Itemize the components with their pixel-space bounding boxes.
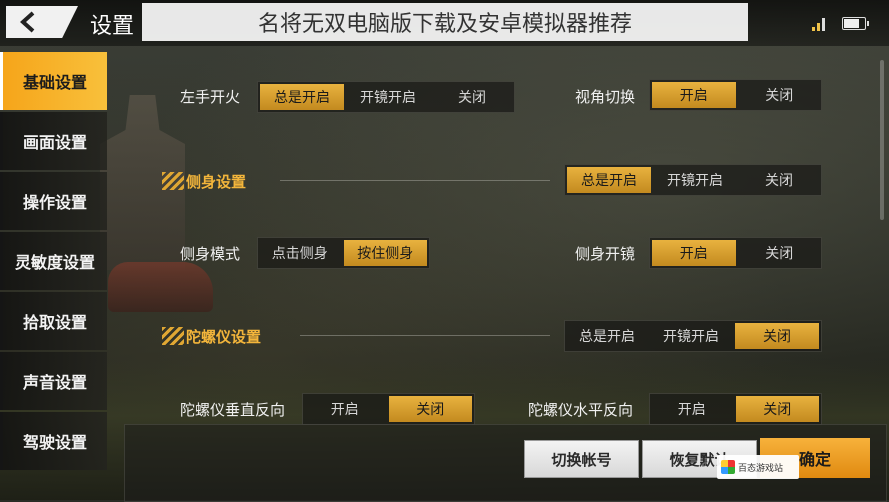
gyro-option-scope[interactable]: 开镜开启 — [649, 321, 733, 351]
lean-scope-option-on[interactable]: 开启 — [652, 240, 736, 266]
gyro-section-toggle: 总是开启 开镜开启 关闭 — [564, 320, 822, 352]
lean-mode-toggle: 点击侧身 按住侧身 — [257, 237, 430, 269]
watermark-logo-icon — [721, 460, 735, 474]
gyro-vertical-toggle: 开启 关闭 — [302, 393, 475, 425]
sidebar-item-controls[interactable]: 操作设置 — [0, 172, 107, 230]
sidebar-item-graphics[interactable]: 画面设置 — [0, 112, 107, 170]
view-switch-option-on[interactable]: 开启 — [652, 82, 736, 108]
lean-option-off[interactable]: 关闭 — [737, 165, 821, 195]
sidebar-item-sensitivity[interactable]: 灵敏度设置 — [0, 232, 107, 290]
gyro-option-always[interactable]: 总是开启 — [565, 321, 649, 351]
top-bar: 设置 名将无双电脑版下载及安卓模拟器推荐 — [0, 0, 889, 46]
gyro-vertical-option-on[interactable]: 开启 — [303, 394, 387, 424]
gyro-horizontal-option-on[interactable]: 开启 — [650, 394, 734, 424]
background-car — [108, 262, 213, 312]
gyro-horizontal-option-off[interactable]: 关闭 — [735, 396, 819, 422]
lean-option-always[interactable]: 总是开启 — [567, 167, 651, 193]
lean-mode-option-tap[interactable]: 点击侧身 — [258, 238, 342, 268]
lean-mode-label: 侧身模式 — [180, 245, 241, 263]
watermark: 百态游戏站 — [717, 455, 799, 479]
left-fire-option-always[interactable]: 总是开启 — [260, 84, 344, 110]
sidebar-item-sound[interactable]: 声音设置 — [0, 352, 107, 410]
page-title: 设置 — [90, 14, 135, 39]
sidebar-item-basic[interactable]: 基础设置 — [0, 52, 107, 110]
lean-mode-option-hold[interactable]: 按住侧身 — [343, 240, 427, 266]
sidebar-item-driving[interactable]: 驾驶设置 — [0, 412, 107, 470]
gyro-section-title: 陀螺仪设置 — [186, 327, 262, 346]
gyro-section-divider — [300, 325, 550, 347]
view-switch-label: 视角切换 — [575, 88, 636, 106]
left-fire-option-off[interactable]: 关闭 — [430, 82, 514, 112]
overlay-caption: 名将无双电脑版下载及安卓模拟器推荐 — [142, 3, 748, 41]
scrollbar[interactable] — [880, 60, 884, 220]
gyro-vertical-label: 陀螺仪垂直反向 — [180, 401, 286, 419]
sidebar-item-pickup[interactable]: 拾取设置 — [0, 292, 107, 350]
lean-section-title: 侧身设置 — [186, 172, 247, 191]
watermark-text: 百态游戏站 — [738, 463, 784, 474]
lean-scope-label: 侧身开镜 — [575, 245, 636, 263]
back-arrow-icon — [20, 11, 35, 33]
gyro-horizontal-toggle: 开启 关闭 — [649, 393, 822, 425]
section-stripe-icon — [162, 327, 184, 345]
gyro-horizontal-label: 陀螺仪水平反向 — [528, 401, 634, 419]
view-switch-option-off[interactable]: 关闭 — [738, 80, 822, 110]
left-fire-toggle: 总是开启 开镜开启 关闭 — [257, 81, 515, 113]
gyro-vertical-option-off[interactable]: 关闭 — [388, 396, 472, 422]
lean-section-toggle: 总是开启 开镜开启 关闭 — [564, 164, 822, 196]
lean-scope-toggle: 开启 关闭 — [649, 237, 822, 269]
section-stripe-icon — [162, 172, 184, 190]
back-button[interactable] — [6, 6, 78, 38]
lean-option-scope[interactable]: 开镜开启 — [653, 165, 737, 195]
left-fire-label: 左手开火 — [180, 88, 241, 106]
sidebar: 基础设置 画面设置 操作设置 灵敏度设置 拾取设置 声音设置 驾驶设置 — [0, 52, 107, 472]
gyro-section-header: 陀螺仪设置 — [162, 325, 261, 347]
signal-icon — [812, 17, 828, 31]
battery-icon — [842, 17, 869, 30]
lean-section-divider — [280, 170, 550, 192]
left-fire-option-scope[interactable]: 开镜开启 — [346, 82, 430, 112]
view-switch-toggle: 开启 关闭 — [649, 79, 822, 111]
lean-scope-option-off[interactable]: 关闭 — [738, 238, 822, 268]
gyro-option-off[interactable]: 关闭 — [735, 323, 819, 349]
lean-section-header: 侧身设置 — [162, 170, 246, 192]
switch-account-button[interactable]: 切换帐号 — [524, 440, 639, 478]
